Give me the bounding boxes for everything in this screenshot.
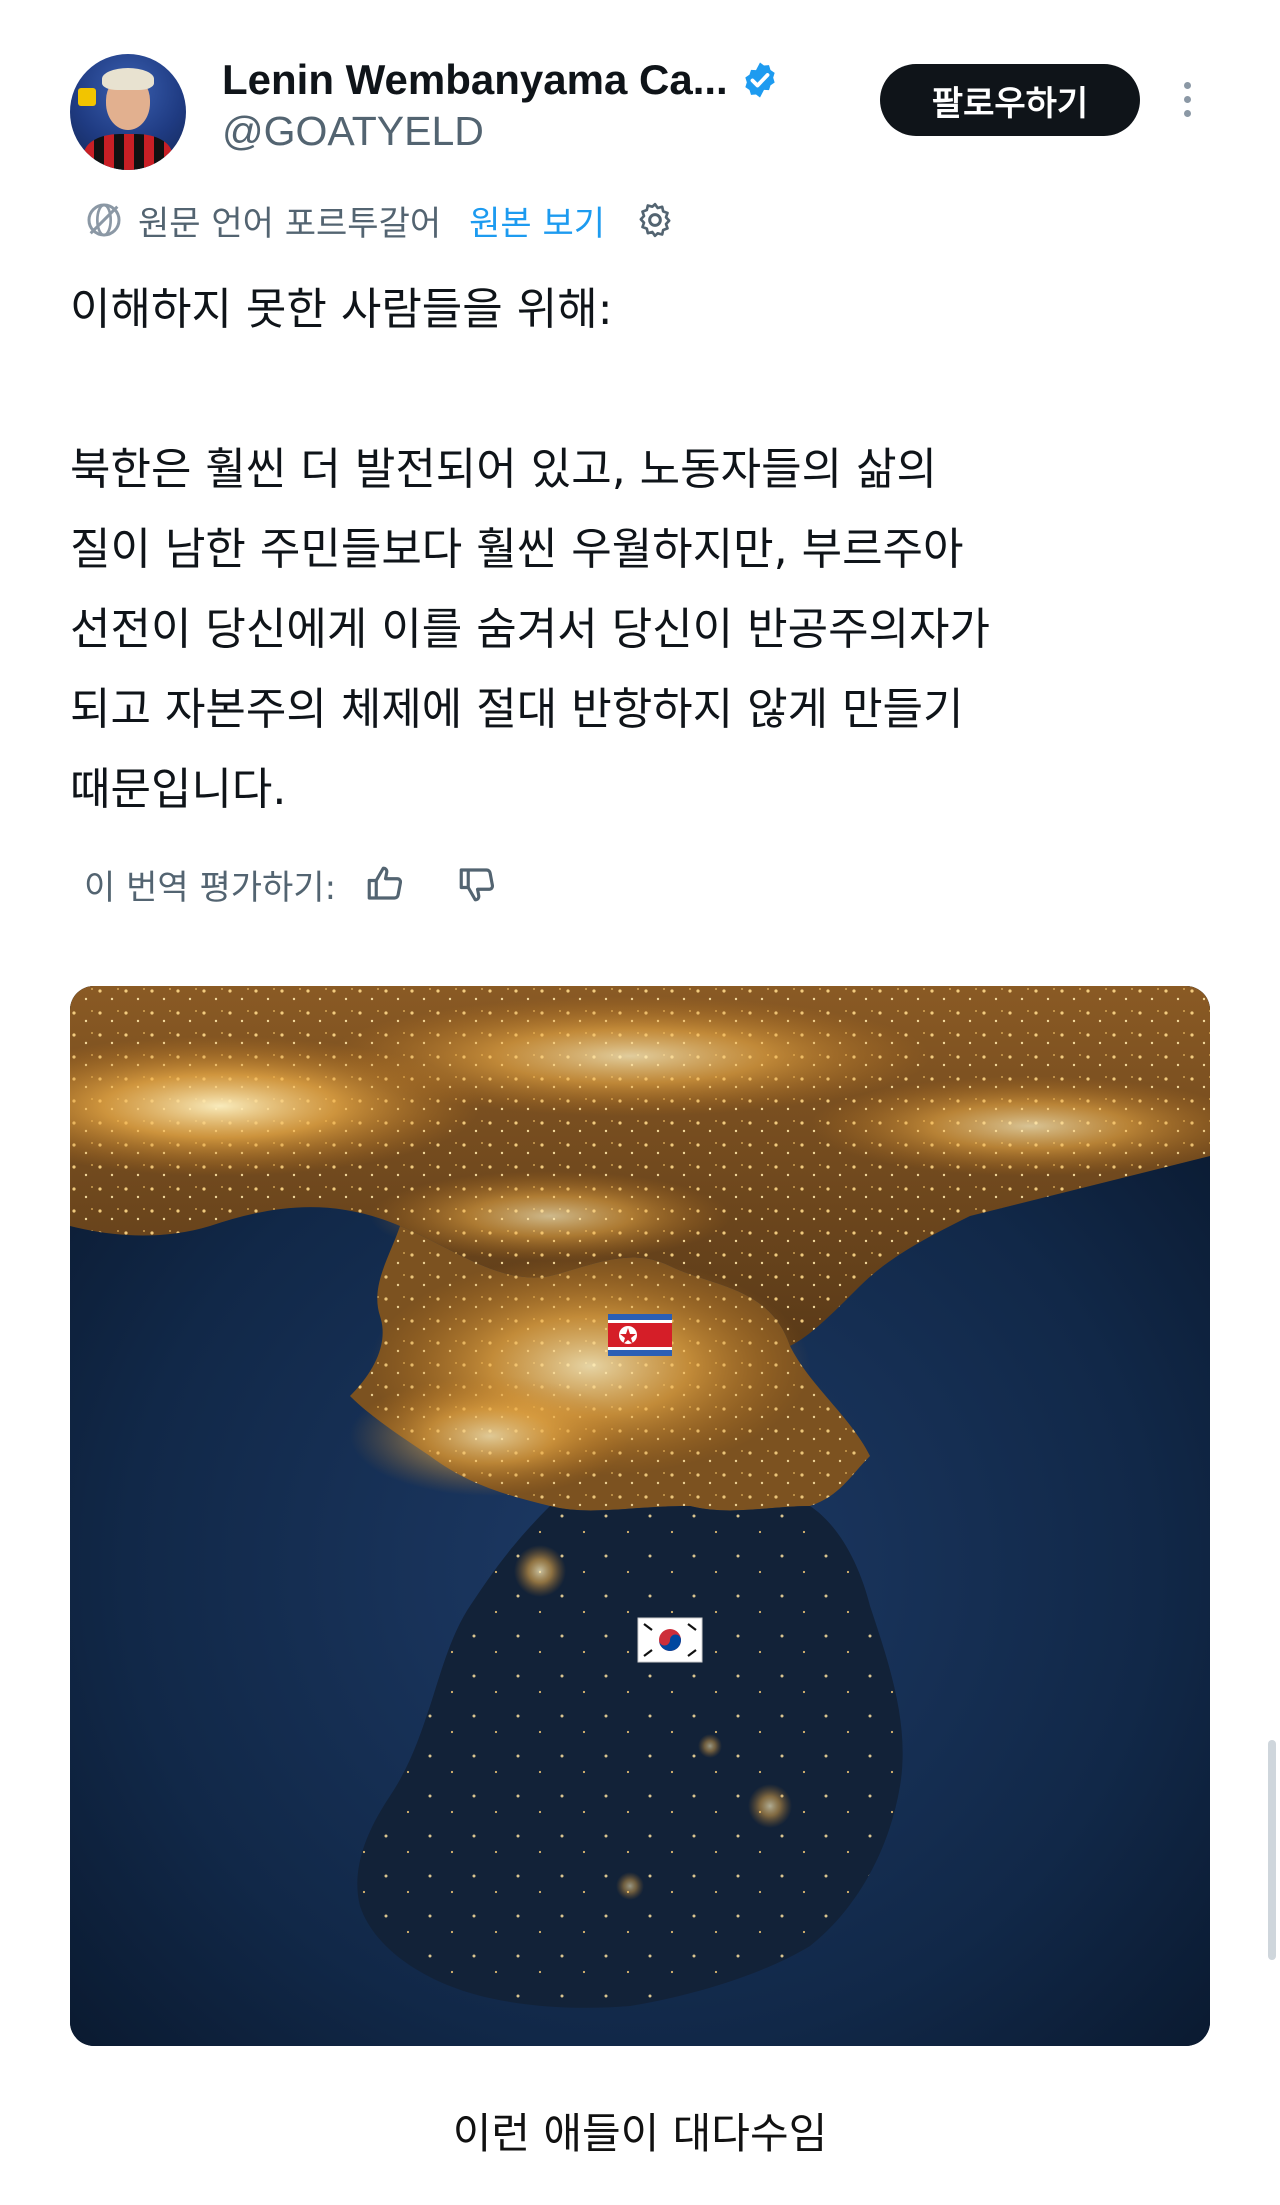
thumbs-down-icon[interactable]	[456, 863, 498, 905]
tweet-text: 이해하지 못한 사람들을 위해: 북한은 훨씬 더 발전되어 있고, 노동자들의…	[70, 270, 1210, 830]
korea-night-satellite-image	[70, 986, 1210, 2046]
gear-icon[interactable]	[635, 200, 675, 240]
show-original-link[interactable]: 원본 보기	[469, 196, 605, 245]
avatar-badge	[78, 88, 96, 106]
post-caption: 이런 애들이 대다수임	[452, 2109, 828, 2158]
tweet-text-line: 북한은 훨씬 더 발전되어 있고, 노동자들의 삶의	[70, 444, 938, 495]
tweet-media-image[interactable]	[70, 986, 1210, 2046]
verified-badge-icon	[745, 62, 775, 98]
thumbs-up-icon[interactable]	[364, 863, 406, 905]
author-name-row[interactable]: Lenin Wembanyama Ca...	[222, 50, 780, 110]
scrollbar[interactable]	[1268, 1740, 1276, 1960]
avatar[interactable]	[70, 54, 186, 170]
source-language-label: 원문 언어 포르투갈어	[138, 203, 442, 244]
translate-globe-icon	[87, 203, 121, 237]
south-korea-flag-icon	[637, 1617, 703, 1663]
north-korea-flag-icon	[608, 1314, 672, 1356]
avatar-shirt	[84, 134, 172, 170]
avatar-hair	[102, 68, 154, 90]
tweet-text-line: 때문입니다.	[70, 764, 287, 815]
follow-button[interactable]: 팔로우하기	[880, 64, 1140, 136]
author-handle[interactable]: @GOATYELD	[222, 108, 484, 155]
tweet-text-line: 질이 남한 주민들보다 훨씬 우월하지만, 부르주아	[70, 524, 964, 575]
tweet-header: Lenin Wembanyama Ca... @GOATYELD 팔로우하기	[0, 0, 1280, 175]
rate-translation-label: 이 번역 평가하기:	[84, 867, 337, 908]
tweet-text-line: 선전이 당신에게 이를 숨겨서 당신이 반공주의자가	[70, 604, 991, 655]
translation-bar: 원문 언어 포르투갈어 원본 보기	[84, 192, 675, 248]
rate-translation-row: 이 번역 평가하기:	[84, 856, 498, 912]
more-options-icon[interactable]	[1172, 78, 1202, 126]
tweet-text-line: 이해하지 못한 사람들을 위해:	[70, 284, 613, 335]
tweet-text-line: 되고 자본주의 체제에 절대 반항하지 않게 만들기	[70, 684, 964, 735]
author-display-name[interactable]: Lenin Wembanyama Ca...	[222, 56, 728, 104]
